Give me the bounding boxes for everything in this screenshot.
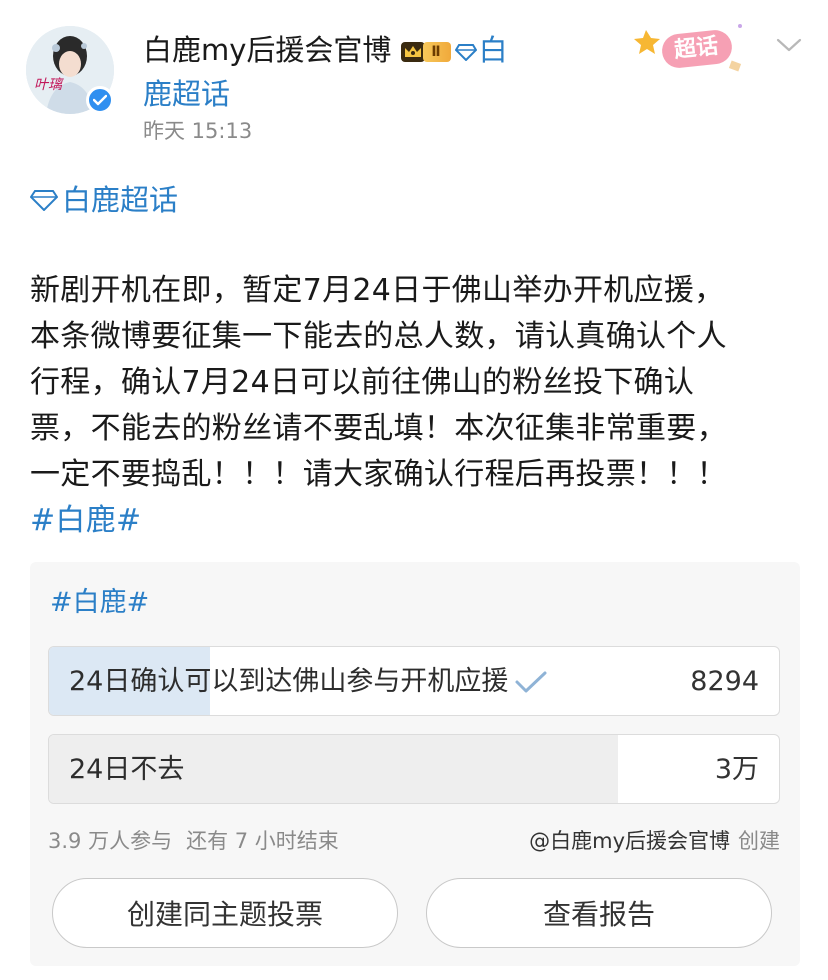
poll-option-decline[interactable]: 24日不去 3万 bbox=[48, 734, 780, 804]
fan-level-text: Ⅱ bbox=[423, 42, 451, 62]
post-timestamp: 昨天 15:13 bbox=[143, 119, 253, 143]
post-line: 票，不能去的粉丝请不要乱填！本次征集非常重要， bbox=[30, 411, 727, 446]
fan-level-badge[interactable]: Ⅱ bbox=[399, 39, 451, 65]
post-line: 本条微博要征集一下能去的总人数，请认真确认个人 bbox=[30, 319, 727, 354]
poll-option-count: 3万 bbox=[714, 754, 759, 785]
poll-option-label: 24日确认可以到达佛山参与开机应援 bbox=[69, 666, 509, 697]
poll-creator-suffix: 创建 bbox=[738, 829, 780, 853]
chevron-down-icon[interactable] bbox=[776, 36, 802, 54]
super-topic-sticker[interactable]: 超话 bbox=[632, 18, 750, 74]
poll-option-confirm[interactable]: 24日确认可以到达佛山参与开机应援 8294 bbox=[48, 646, 780, 716]
checkmark-icon bbox=[515, 671, 547, 693]
super-topic-tag[interactable]: 白鹿超话 bbox=[30, 180, 178, 220]
poll-card: #白鹿# 24日确认可以到达佛山参与开机应援 8294 24日不去 3万 3.9… bbox=[30, 562, 800, 966]
view-report-button[interactable]: 查看报告 bbox=[426, 878, 772, 948]
post-hashtag[interactable]: #白鹿# bbox=[30, 498, 800, 544]
poll-option-count: 8294 bbox=[690, 666, 759, 697]
post-line: 新剧开机在即，暂定7月24日于佛山举办开机应援， bbox=[30, 273, 725, 308]
account-name[interactable]: 白鹿my后援会官博 bbox=[143, 33, 391, 67]
poll-participants: 3.9 万人参与 bbox=[48, 829, 173, 853]
gem-icon bbox=[30, 190, 58, 211]
create-same-topic-poll-button[interactable]: 创建同主题投票 bbox=[52, 878, 398, 948]
account-name-row: 白鹿my后援会官博 Ⅱ 白 bbox=[143, 30, 508, 70]
post-body: 新剧开机在即，暂定7月24日于佛山举办开机应援， 本条微博要征集一下能去的总人数… bbox=[30, 268, 800, 544]
poll-creator-row: @白鹿my后援会官博 创建 bbox=[529, 826, 780, 856]
poll-option-label-row: 24日确认可以到达佛山参与开机应援 bbox=[69, 647, 548, 715]
poll-option-label: 24日不去 bbox=[69, 754, 185, 785]
super-topic-link-part1[interactable]: 白 bbox=[479, 33, 508, 67]
poll-creator-link[interactable]: @白鹿my后援会官博 bbox=[529, 829, 730, 853]
super-topic-sticker-label: 超话 bbox=[673, 33, 720, 64]
verified-badge-icon bbox=[86, 86, 114, 114]
poll-title[interactable]: #白鹿# bbox=[50, 584, 149, 622]
poll-time-left: 还有 7 小时结束 bbox=[186, 829, 339, 853]
poll-meta: 3.9 万人参与 还有 7 小时结束 bbox=[48, 826, 353, 856]
post-line: 一定不要捣乱！！！请大家确认行程后再投票！！！ bbox=[30, 457, 727, 492]
super-topic-gem-icon bbox=[454, 44, 477, 61]
super-topic-tag-label: 白鹿超话 bbox=[62, 183, 179, 217]
super-topic-link-part2[interactable]: 鹿超话 bbox=[143, 74, 230, 114]
avatar-caption: 叶璃 bbox=[34, 77, 62, 93]
post-line: 行程，确认7月24日可以前往佛山的粉丝投下确认 bbox=[30, 365, 695, 400]
